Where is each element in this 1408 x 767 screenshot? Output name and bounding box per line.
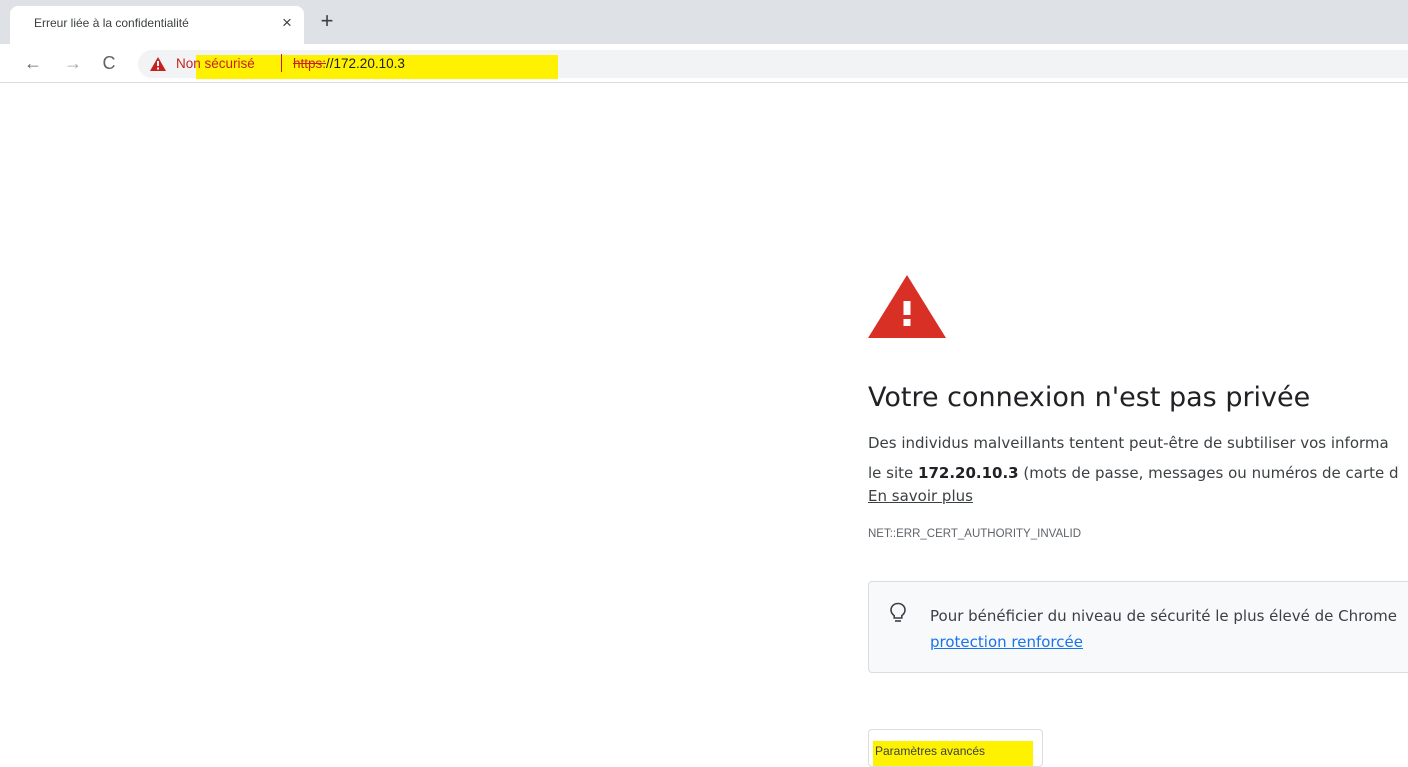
tab-title: Erreur liée à la confidentialité xyxy=(34,16,189,30)
learn-more-link[interactable]: En savoir plus xyxy=(868,487,973,505)
tab-strip: Erreur liée à la confidentialité × + xyxy=(0,0,1408,44)
omnibox-separator xyxy=(281,54,282,72)
url-scheme: https: xyxy=(293,56,327,71)
protection-text: Pour bénéficier du niveau de sécurité le… xyxy=(930,607,1398,625)
forward-arrow-icon[interactable]: → xyxy=(62,52,84,74)
lightbulb-icon xyxy=(890,602,906,622)
address-bar[interactable]: Non sécurisé https://172.20.10.3 xyxy=(138,50,1408,79)
back-arrow-icon[interactable]: ← xyxy=(22,52,44,74)
security-status[interactable]: Non sécurisé xyxy=(176,56,255,71)
enhanced-protection-link[interactable]: protection renforcée xyxy=(930,633,1083,651)
description-line-2: le site 172.20.10.3 (mots de passe, mess… xyxy=(868,464,1399,482)
close-tab-icon[interactable]: × xyxy=(278,14,296,32)
description-prefix: le site xyxy=(868,464,919,482)
site-host: 172.20.10.3 xyxy=(918,464,1019,482)
description-line-1: Des individus malveillants tentent peut-… xyxy=(868,434,1389,452)
error-code: NET::ERR_CERT_AUTHORITY_INVALID xyxy=(868,528,1082,540)
new-tab-button[interactable]: + xyxy=(316,10,338,33)
warning-triangle-icon[interactable] xyxy=(150,57,166,71)
advanced-settings-label: Paramètres avancés xyxy=(875,744,986,758)
advanced-settings-button[interactable]: Paramètres avancés xyxy=(868,729,1043,767)
page-title: Votre connexion n'est pas privée xyxy=(868,382,1311,413)
warning-triangle-icon xyxy=(868,275,946,338)
reload-icon[interactable]: C xyxy=(98,52,120,74)
description-suffix: (mots de passe, messages ou numéros de c… xyxy=(1018,464,1399,482)
tab-privacy-error[interactable]: Erreur liée à la confidentialité × xyxy=(10,6,304,44)
enhanced-protection-box: Pour bénéficier du niveau de sécurité le… xyxy=(868,581,1408,673)
url-text[interactable]: https://172.20.10.3 xyxy=(293,56,405,71)
url-host: //172.20.10.3 xyxy=(326,56,405,71)
browser-toolbar: ← → C Non sécurisé https://172.20.10.3 xyxy=(0,44,1408,83)
